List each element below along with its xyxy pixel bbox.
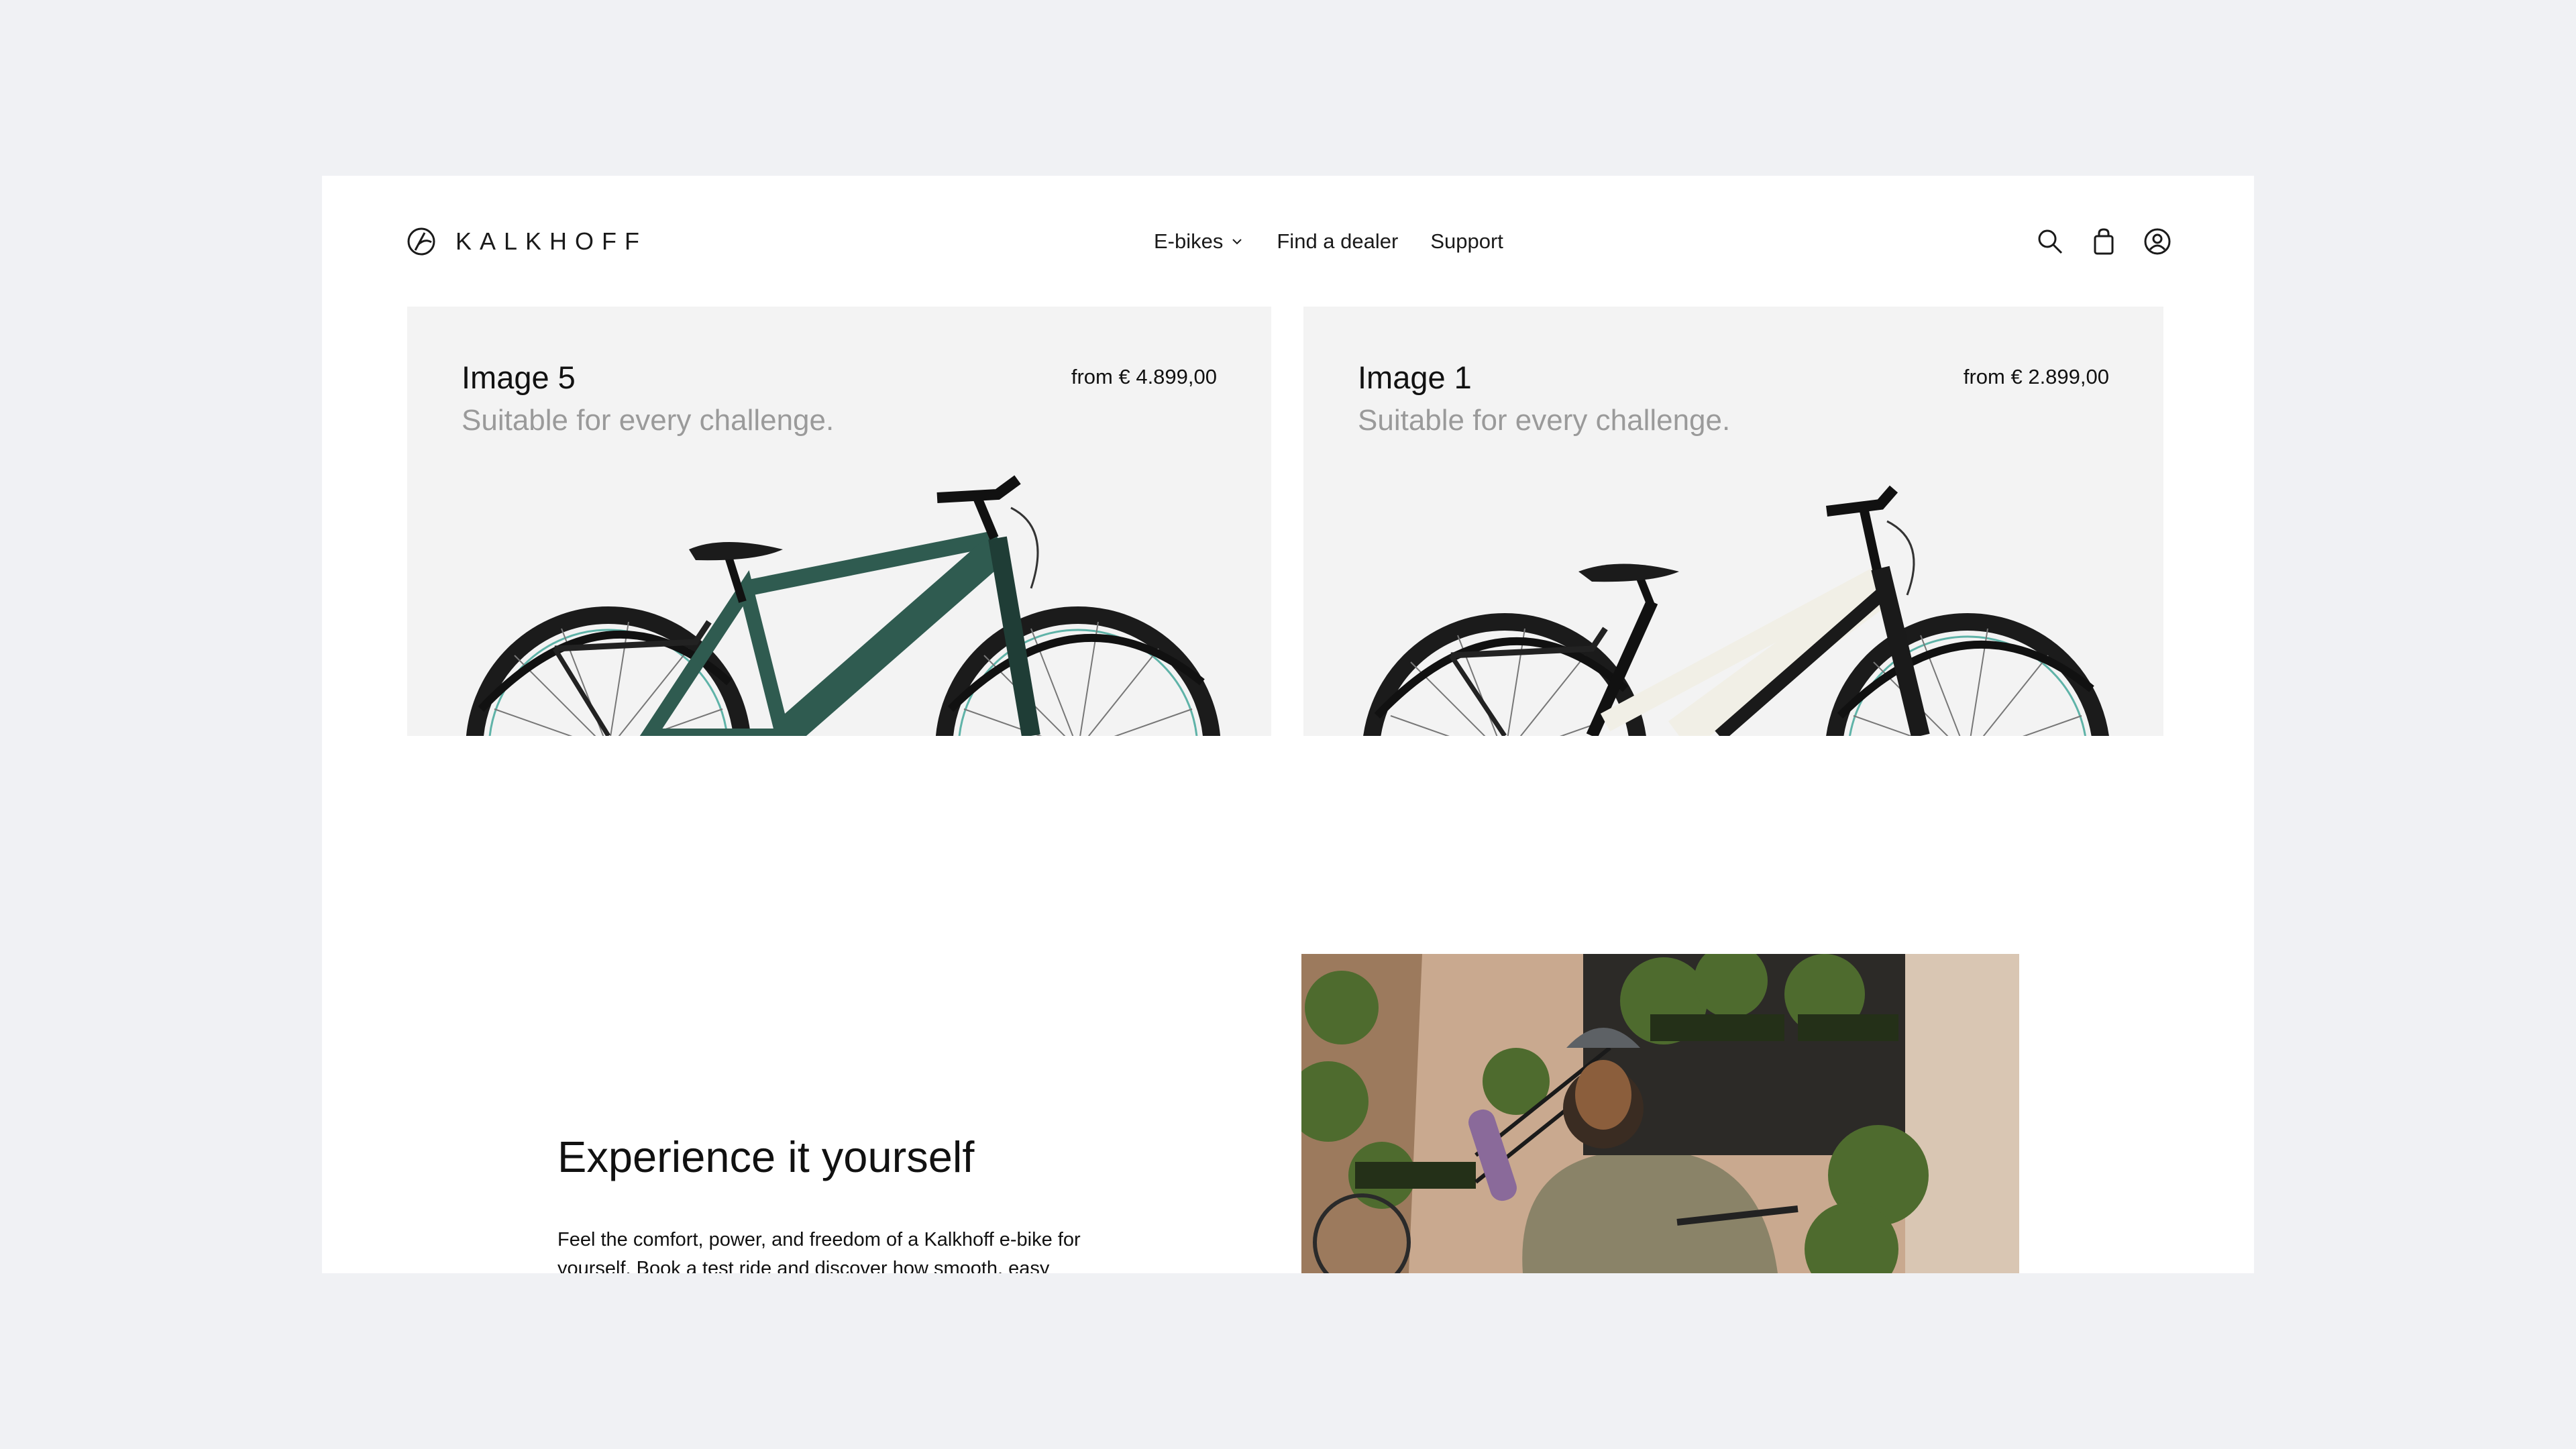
kalkhoff-logo-icon [407,227,435,256]
search-button[interactable] [2033,224,2068,259]
main-nav: E-bikes Find a dealer Support [1154,223,1503,260]
nav-item-support[interactable]: Support [1430,229,1503,254]
rider-image [1301,954,2019,1273]
lifestyle-photo [1301,954,2019,1273]
product-price: from € 4.899,00 [1071,365,1217,388]
account-button[interactable] [2140,224,2175,259]
page: KALKHOFF E-bikes Find a dealer Support I… [322,176,2254,1273]
account-icon [2144,228,2171,255]
brand-logo[interactable]: KALKHOFF [406,223,647,260]
header-actions [2033,223,2175,260]
nav-item-find-dealer[interactable]: Find a dealer [1277,229,1398,254]
cart-icon [2094,228,2114,255]
product-title: Image 1 [1358,360,1472,395]
product-card[interactable]: Image 1 Suitable for every challenge. fr… [1303,307,2163,736]
product-title: Image 5 [462,360,576,395]
product-subtitle: Suitable for every challenge. [1358,404,1731,437]
nav-item-label: Support [1430,229,1503,253]
section-body: Feel the comfort, power, and freedom of … [557,1229,1081,1273]
search-icon [2038,229,2063,254]
product-subtitle: Suitable for every challenge. [462,404,835,437]
brand-name: KALKHOFF [455,227,648,255]
cart-button[interactable] [2086,224,2121,259]
product-card[interactable]: Image 5 Suitable for every challenge. fr… [407,307,1271,736]
nav-item-label: Find a dealer [1277,229,1399,253]
nav-item-label: E-bikes [1154,229,1224,253]
chevron-down-icon [1232,239,1242,245]
nav-item-ebikes[interactable]: E-bikes [1154,229,1244,254]
product-price: from € 2.899,00 [1963,365,2109,388]
section-title: Experience it yourself [557,1132,975,1181]
